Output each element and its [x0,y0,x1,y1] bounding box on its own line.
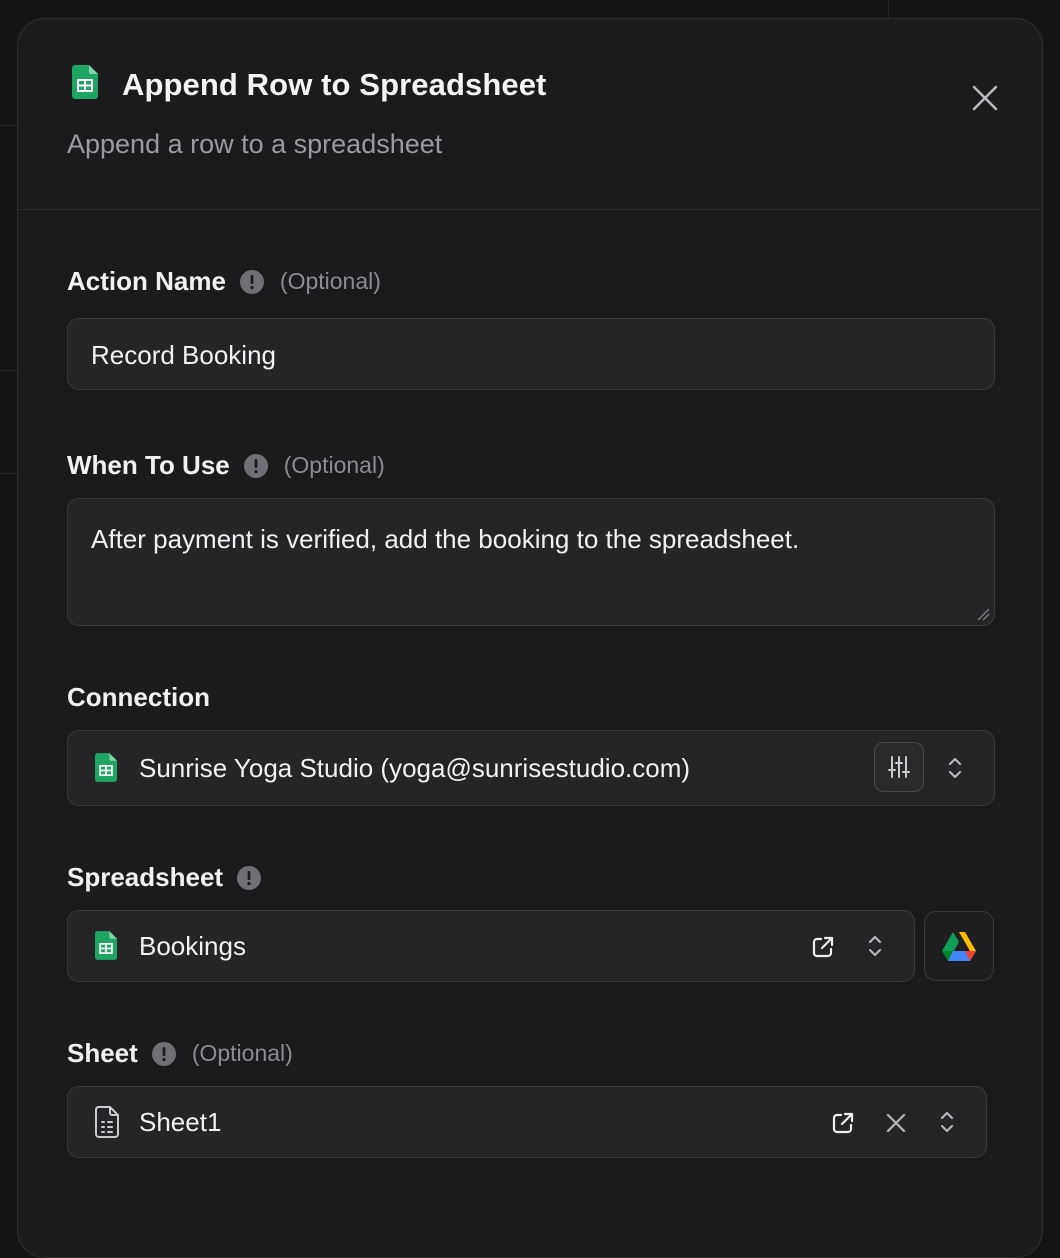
spreadsheet-value: Bookings [139,931,246,961]
background-divider [888,0,889,20]
action-name-input[interactable]: Record Booking [67,318,995,390]
connection-select[interactable]: Sunrise Yoga Studio (yoga@sunrisestudio.… [67,730,995,806]
spreadsheet-label: Spreadsheet [67,862,262,893]
when-to-use-label-text: When To Use [67,450,230,480]
modal-title-row: Append Row to Spreadsheet [72,65,546,104]
clear-icon [886,1113,906,1133]
background-divider [0,125,17,126]
optional-tag: (Optional) [191,1040,293,1066]
sliders-icon [888,756,910,778]
modal-subtitle: Append a row to a spreadsheet [67,129,443,159]
close-icon [972,85,998,111]
spreadsheet-label-text: Spreadsheet [67,862,224,892]
spreadsheet-dropdown-toggle[interactable] [862,931,888,961]
external-link-icon [832,1112,854,1134]
google-sheets-icon [95,753,117,787]
clear-sheet-button[interactable] [882,1108,910,1138]
action-name-label: Action Name (Optional) [67,266,381,297]
sheet-dropdown-toggle[interactable] [934,1107,960,1137]
chevron-up-down-icon [940,1111,954,1133]
when-to-use-textarea[interactable]: After payment is verified, add the booki… [67,498,995,626]
resize-handle-icon[interactable] [976,607,990,621]
action-name-label-text: Action Name [67,266,226,296]
google-drive-picker-button[interactable] [924,911,994,981]
close-button[interactable] [968,81,1002,115]
background-divider [0,473,17,474]
modal-header: Append Row to Spreadsheet Append a row t… [18,19,1042,210]
background-divider [0,370,17,371]
sheet-file-icon [95,1106,119,1143]
when-to-use-value: After payment is verified, add the booki… [91,524,800,554]
chevron-up-down-icon [868,935,882,957]
info-icon[interactable] [239,269,264,294]
connection-label: Connection [67,682,210,713]
optional-tag: (Optional) [279,268,381,294]
optional-tag: (Optional) [283,452,385,478]
sheet-value: Sheet1 [139,1107,222,1137]
modal-title: Append Row to Spreadsheet [122,66,547,102]
info-icon[interactable] [151,1041,176,1066]
spreadsheet-select[interactable]: Bookings [67,910,915,982]
sheet-label: Sheet (Optional) [67,1038,293,1069]
sheet-label-text: Sheet [67,1038,138,1068]
external-link-icon [812,936,834,958]
open-sheet-button[interactable] [828,1108,858,1138]
when-to-use-label: When To Use (Optional) [67,450,385,481]
info-icon[interactable] [237,865,262,890]
sheet-select[interactable]: Sheet1 [67,1086,987,1158]
connection-dropdown-toggle[interactable] [942,753,968,783]
chevron-up-down-icon [948,757,962,779]
google-drive-icon [942,932,976,961]
append-row-modal: Append Row to Spreadsheet Append a row t… [17,18,1043,1258]
info-icon[interactable] [243,453,268,478]
google-sheets-icon [95,931,117,965]
google-sheets-icon [72,65,98,104]
connection-label-text: Connection [67,682,210,712]
adjust-connection-button[interactable] [874,742,924,792]
connection-value: Sunrise Yoga Studio (yoga@sunrisestudio.… [139,753,691,783]
action-name-value: Record Booking [91,340,276,370]
open-spreadsheet-button[interactable] [808,932,838,962]
